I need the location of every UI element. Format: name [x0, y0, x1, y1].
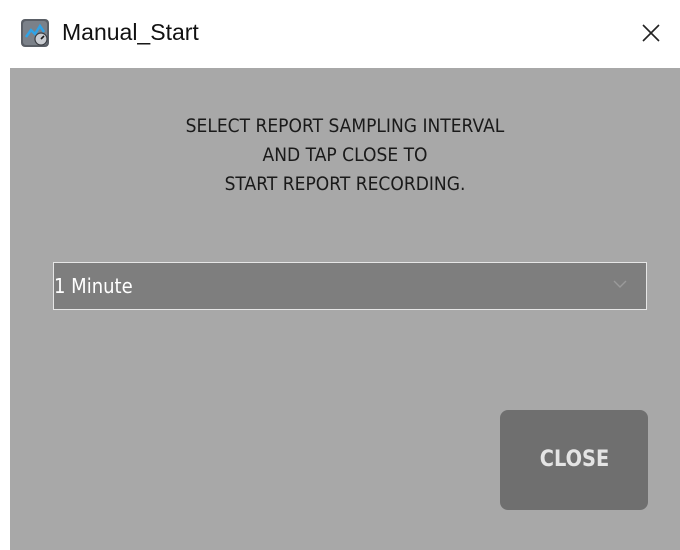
chevron-down-icon: [613, 280, 627, 288]
sampling-interval-value: 1 Minute: [54, 274, 133, 298]
sampling-interval-select[interactable]: 1 Minute: [53, 262, 647, 310]
window-title: Manual_Start: [62, 19, 199, 45]
dialog-body: SELECT REPORT SAMPLING INTERVAL AND TAP …: [10, 68, 680, 550]
instruction-text: SELECT REPORT SAMPLING INTERVAL AND TAP …: [44, 112, 647, 199]
close-icon[interactable]: [632, 14, 670, 52]
close-button-label: CLOSE: [539, 447, 609, 472]
instruction-line-2: AND TAP CLOSE TO: [262, 144, 428, 166]
title-bar: Manual_Start: [0, 0, 680, 68]
instruction-line-3: START REPORT RECORDING.: [224, 173, 466, 195]
app-gauge-icon: [21, 19, 49, 47]
close-button[interactable]: CLOSE: [500, 410, 648, 510]
instruction-line-1: SELECT REPORT SAMPLING INTERVAL: [185, 115, 505, 137]
